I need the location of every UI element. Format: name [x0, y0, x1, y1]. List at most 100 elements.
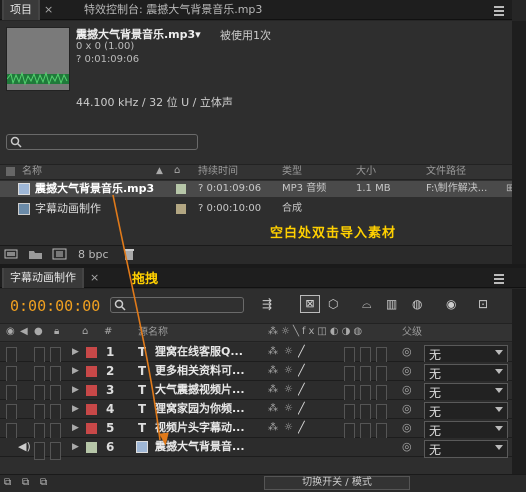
frame-blending-icon[interactable]: ▥	[386, 297, 397, 311]
comp-mini-flowchart-icon[interactable]: ⇶	[262, 297, 282, 313]
item-name: 字幕动画制作	[35, 202, 101, 215]
label-color[interactable]	[176, 184, 186, 194]
pickwhip-icon[interactable]: ◎	[402, 343, 412, 361]
solo-toggle[interactable]	[34, 442, 45, 460]
timecode-display[interactable]: 0:00:00:00	[10, 297, 100, 315]
toggle-in-out-icon[interactable]: ⧉	[40, 477, 47, 488]
interpret-footage-icon[interactable]	[4, 248, 22, 264]
layer-row[interactable]: ▶ 2 T 更多相关资料可... ⁂ ☼ ╱ ◎ 无	[0, 362, 512, 384]
brainstorm-icon[interactable]: ◉	[446, 297, 456, 311]
hide-shy-icon[interactable]: ⌓	[362, 297, 372, 312]
col-size[interactable]: 大小	[356, 164, 376, 179]
toggle-switches-icon[interactable]: ⧉	[4, 477, 11, 488]
search-input[interactable]	[6, 134, 198, 150]
parent-dropdown[interactable]: 无	[424, 364, 508, 382]
col-source-name[interactable]: 源名称	[138, 325, 168, 340]
col-name[interactable]: 名称	[22, 164, 42, 179]
panel-menu-icon[interactable]	[492, 4, 506, 16]
expand-arrow-icon[interactable]: ▶	[72, 343, 79, 361]
layer-row[interactable]: ◀) ▶ 6 震撼大气背景音... ◎ 无	[0, 438, 512, 460]
label-color[interactable]	[176, 204, 186, 214]
pickwhip-icon[interactable]: ◎	[402, 438, 412, 456]
shy-switch-icon[interactable]: ⁂	[268, 362, 278, 380]
tab-project[interactable]: 项目	[2, 0, 40, 20]
panel-menu-icon[interactable]	[492, 272, 506, 284]
item-type: 合成	[282, 203, 302, 214]
live-update-icon[interactable]: ⊠	[300, 295, 320, 313]
toggle-switches-modes-button[interactable]: 切换开关 / 模式	[264, 476, 410, 490]
timeline-scrollbar[interactable]	[512, 289, 526, 474]
motion-blur-icon[interactable]: ◍	[412, 297, 422, 311]
pickwhip-icon[interactable]: ◎	[402, 362, 412, 380]
layer-row[interactable]: ▶ 3 T 大气震撼视频片... ⁂ ☼ ╱ ◎ 无	[0, 381, 512, 403]
layer-label-color[interactable]	[86, 404, 97, 415]
layer-label-color[interactable]	[86, 423, 97, 434]
expand-arrow-icon[interactable]: ▶	[72, 400, 79, 418]
expand-arrow-icon[interactable]: ▶	[72, 362, 79, 380]
quality-switch-icon[interactable]: ╱	[298, 343, 305, 361]
collapse-switch-icon[interactable]: ☼	[284, 400, 293, 418]
col-path[interactable]: 文件路径	[426, 164, 466, 179]
collapse-switch-icon[interactable]: ☼	[284, 362, 293, 380]
quality-switch-icon[interactable]: ╱	[298, 381, 305, 399]
layer-name[interactable]: 更多相关资料可...	[155, 362, 259, 380]
timeline-search-input[interactable]	[110, 297, 244, 313]
parent-dropdown[interactable]: 无	[424, 440, 508, 458]
audio-toggle-icon[interactable]: ◀)	[18, 438, 31, 456]
layer-name[interactable]: 狸窝家园为你频...	[155, 400, 259, 418]
shy-switch-icon[interactable]: ⁂	[268, 419, 278, 437]
layer-label-color[interactable]	[86, 442, 97, 453]
expand-arrow-icon[interactable]: ▶	[72, 419, 79, 437]
audio-file-icon	[136, 441, 148, 453]
new-composition-icon[interactable]	[52, 248, 70, 264]
quality-switch-icon[interactable]: ╱	[298, 362, 305, 380]
quality-switch-icon[interactable]: ╱	[298, 419, 305, 437]
layer-name[interactable]: 狸窝在线客服Q...	[155, 343, 259, 361]
shy-switch-icon[interactable]: ⁂	[268, 381, 278, 399]
audio-file-icon	[18, 183, 30, 195]
toggle-modes-icon[interactable]: ⧉	[22, 477, 29, 488]
shy-switch-icon[interactable]: ⁂	[268, 400, 278, 418]
parent-dropdown[interactable]: 无	[424, 421, 508, 439]
parent-dropdown[interactable]: 无	[424, 345, 508, 363]
collapse-switch-icon[interactable]: ☼	[284, 381, 293, 399]
layer-name[interactable]: 大气震撼视频片...	[155, 381, 259, 399]
project-scrollbar[interactable]	[512, 21, 526, 264]
layer-row[interactable]: ▶ 1 T 狸窝在线客服Q... ⁂ ☼ ╱ ◎ 无	[0, 343, 512, 365]
draft-3d-icon[interactable]: ⬡	[328, 297, 338, 311]
graph-editor-icon[interactable]: ⊡	[478, 297, 488, 311]
parent-dropdown[interactable]: 无	[424, 383, 508, 401]
col-parent[interactable]: 父级	[402, 325, 422, 340]
lock-toggle[interactable]	[50, 442, 61, 460]
project-item-row[interactable]: 震撼大气背景音乐.mp3 ? 0:01:09:06 MP3 音频 1.1 MB …	[0, 181, 512, 197]
label-column-icon: ⌂	[82, 326, 89, 337]
quality-switch-icon[interactable]: ╱	[298, 400, 305, 418]
layer-row[interactable]: ▶ 5 T 视频片头字幕动... ⁂ ☼ ╱ ◎ 无	[0, 419, 512, 441]
file-name[interactable]: 震撼大气背景音乐.mp3▾	[76, 26, 201, 42]
new-folder-icon[interactable]	[28, 248, 46, 264]
trash-icon[interactable]	[122, 247, 140, 263]
layer-label-color[interactable]	[86, 347, 97, 358]
layer-label-color[interactable]	[86, 366, 97, 377]
layer-name[interactable]: 视频片头字幕动...	[155, 419, 259, 437]
layer-name[interactable]: 震撼大气背景音...	[155, 438, 259, 456]
col-type[interactable]: 类型	[282, 164, 302, 179]
layer-label-color[interactable]	[86, 385, 97, 396]
tab-effect-controls[interactable]: 特效控制台: 震撼大气背景音乐.mp3	[78, 0, 268, 20]
pickwhip-icon[interactable]: ◎	[402, 400, 412, 418]
bpc-label[interactable]: 8 bpc	[78, 248, 109, 261]
col-duration[interactable]: 持续时间	[198, 164, 238, 179]
collapse-switch-icon[interactable]: ☼	[284, 419, 293, 437]
project-item-row[interactable]: 字幕动画制作 ? 0:00:10:00 合成	[0, 201, 512, 217]
tab-close-icon[interactable]: ×	[44, 3, 58, 17]
tab-close-icon[interactable]: ×	[90, 271, 99, 284]
pickwhip-icon[interactable]: ◎	[402, 419, 412, 437]
collapse-switch-icon[interactable]: ☼	[284, 343, 293, 361]
pickwhip-icon[interactable]: ◎	[402, 381, 412, 399]
shy-switch-icon[interactable]: ⁂	[268, 343, 278, 361]
parent-dropdown[interactable]: 无	[424, 402, 508, 420]
layer-row[interactable]: ▶ 4 T 狸窝家园为你频... ⁂ ☼ ╱ ◎ 无	[0, 400, 512, 422]
tab-composition[interactable]: 字幕动画制作	[2, 268, 84, 288]
expand-arrow-icon[interactable]: ▶	[72, 438, 79, 456]
expand-arrow-icon[interactable]: ▶	[72, 381, 79, 399]
